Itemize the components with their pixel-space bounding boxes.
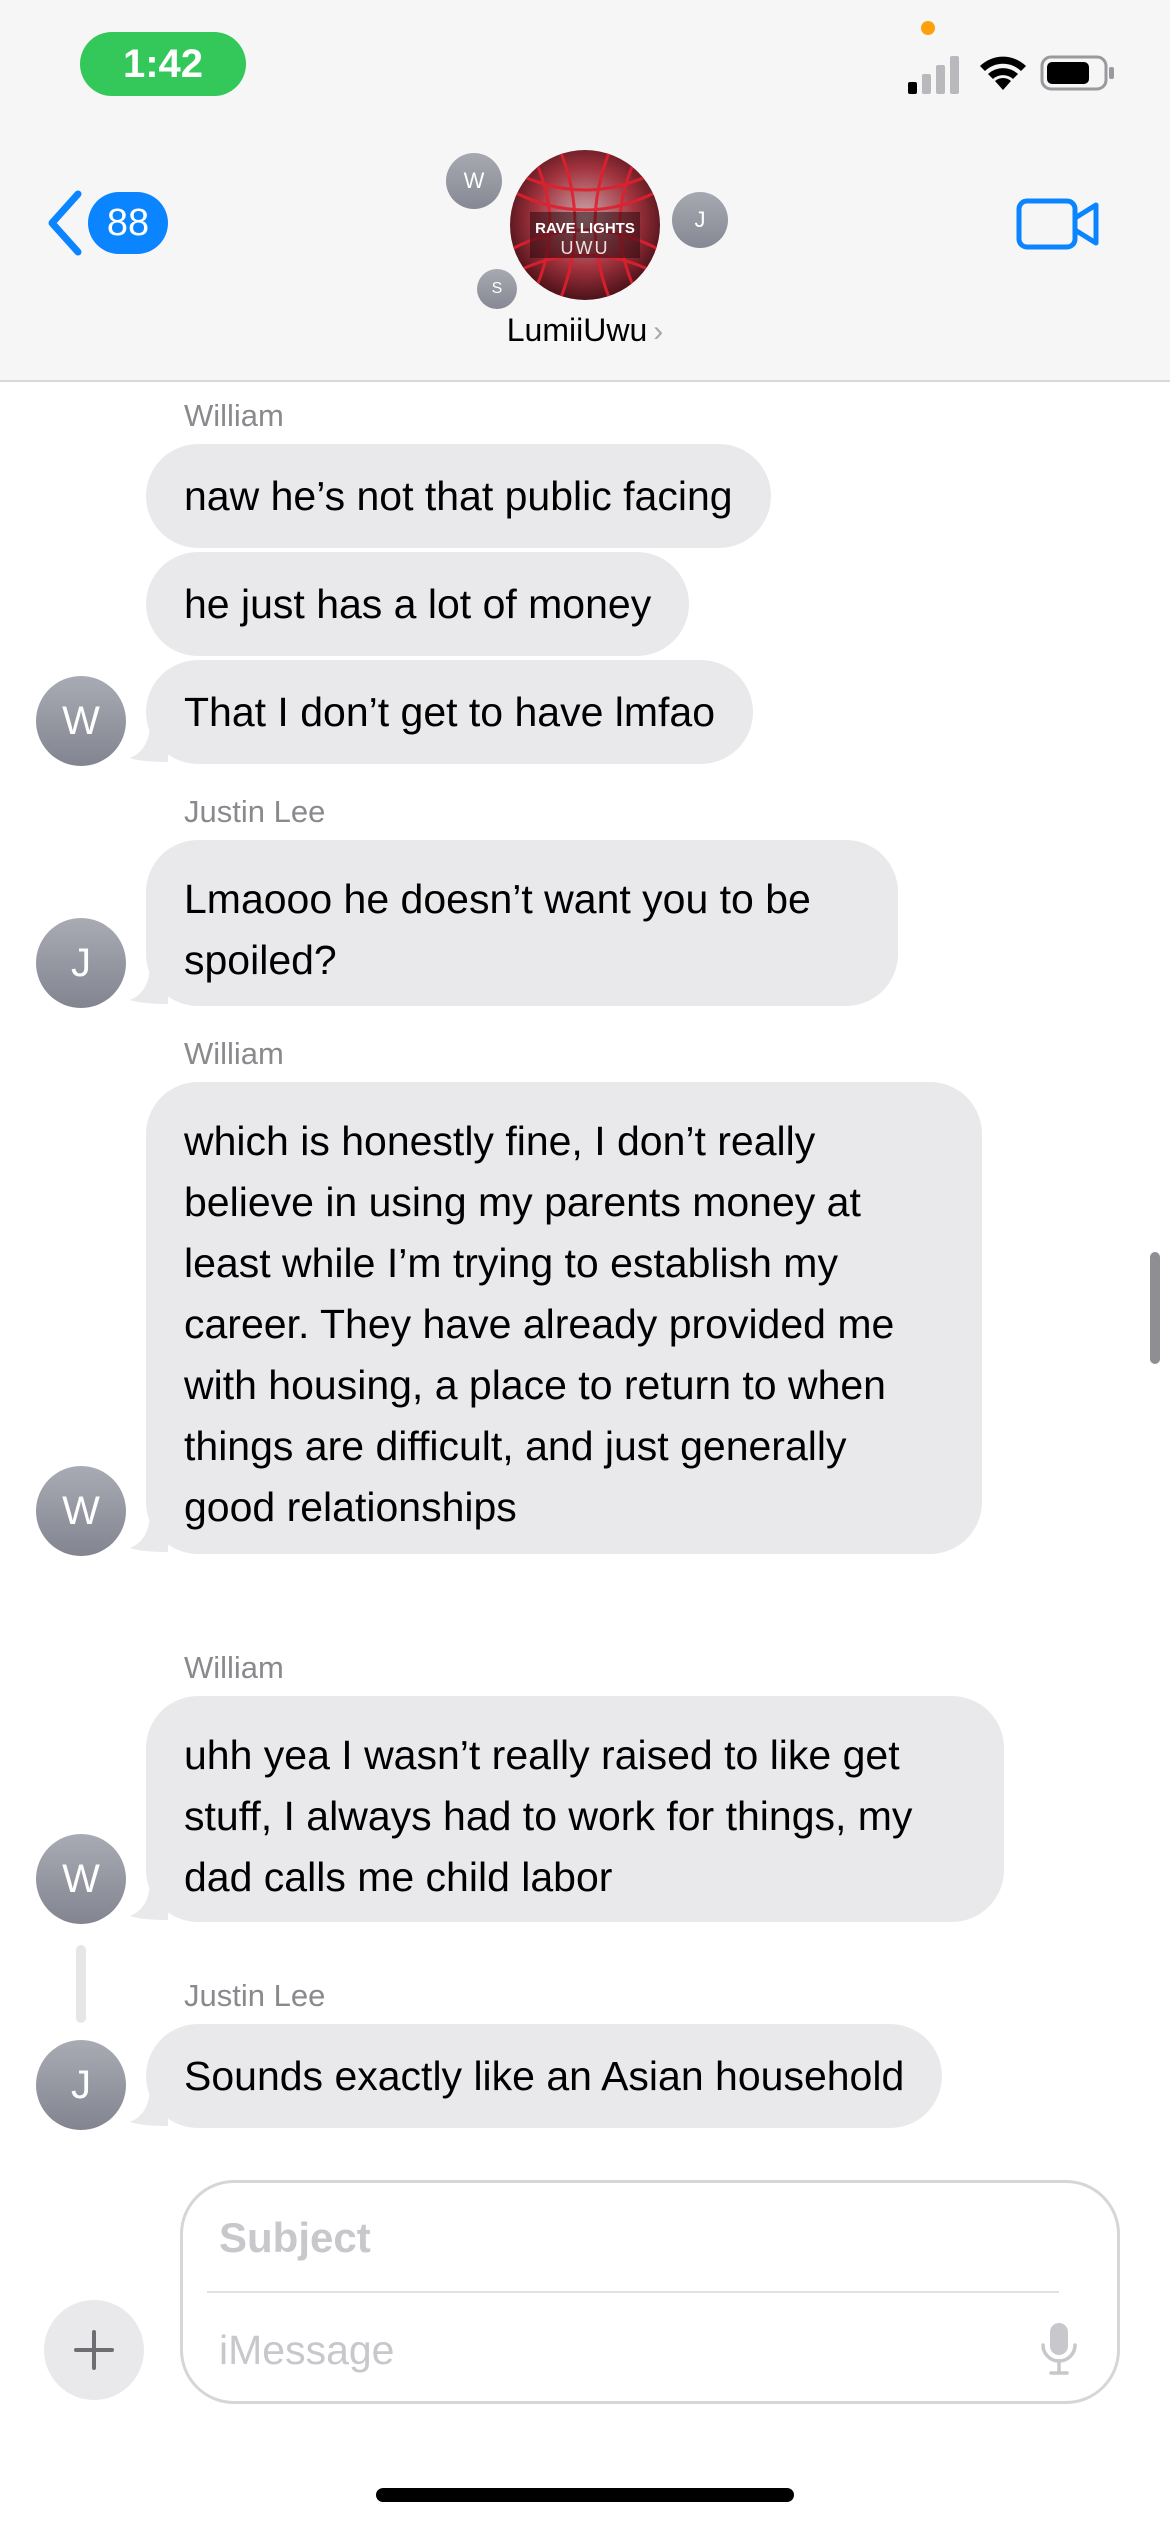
mic-in-use-indicator [921,21,935,35]
bubble-tail [130,964,168,1004]
group-photo-image: RAVE LIGHTS UWU [510,150,660,300]
message-text: he just has a lot of money [184,580,652,627]
chevron-left-icon [48,190,82,256]
compose-box [180,2180,1120,2404]
sender-name: Justin Lee [184,794,326,829]
group-name: LumiiUwu [506,312,648,348]
plus-icon [74,2330,114,2370]
sender-avatar[interactable]: W [36,1466,126,1556]
sender-name: William [184,1650,284,1685]
group-photo-text-1: RAVE LIGHTS [535,220,635,237]
message-text: That I don’t get to have lmfao [184,688,716,735]
battery-icon [1040,55,1114,91]
scrollbar[interactable] [1150,1252,1160,1364]
back-button[interactable]: 88 [46,188,176,258]
message-text: which is honestly fine, I don’t really b… [184,1118,895,1530]
video-call-icon[interactable] [1016,196,1100,252]
home-indicator[interactable] [376,2488,794,2502]
message-bubble[interactable]: naw he’s not that public facing [146,444,771,548]
chevron-right-icon: › [653,315,664,348]
bubble-tail [130,1512,168,1552]
bubble-tail [130,1880,168,1920]
reply-thread-line [76,1945,86,2023]
compose-divider [207,2291,1059,2293]
status-time[interactable]: 1:42 [80,32,246,96]
status-bar: 1:42 [0,0,1170,140]
sender-name: William [184,1036,284,1071]
sender-name: Justin Lee [184,1978,326,2013]
sender-avatar[interactable]: W [36,1834,126,1924]
wifi-icon [980,56,1026,90]
conversation-header: 88 W RAVE LIGHTS UWU J S LumiiUwu › [0,140,1170,382]
message-bubble[interactable]: he just has a lot of money [146,552,690,656]
sender-avatar[interactable]: J [36,2040,126,2130]
message-text: uhh yea I wasn’t really raised to like g… [184,1732,913,1900]
cellular-signal-icon [908,56,959,94]
sender-avatar[interactable]: J [36,918,126,1008]
message-text: Lmaooo he doesn’t want you to be spoiled… [184,876,811,983]
message-bubble[interactable]: That I don’t get to have lmfao [146,660,754,764]
group-photo-text-2: UWU [561,238,610,258]
participant-avatar-w: W [446,153,502,209]
sender-name: William [184,398,284,433]
microphone-icon[interactable] [1039,2321,1079,2377]
add-attachment-button[interactable] [44,2300,144,2400]
message-bubble[interactable]: uhh yea I wasn’t really raised to like g… [146,1696,1004,1922]
message-input[interactable] [219,2315,999,2385]
group-name-button[interactable]: LumiiUwu › [0,312,1170,349]
message-text: naw he’s not that public facing [184,472,733,519]
sender-avatar[interactable]: W [36,676,126,766]
message-bubble[interactable]: which is honestly fine, I don’t really b… [146,1082,982,1554]
message-bubble[interactable]: Lmaooo he doesn’t want you to be spoiled… [146,840,898,1006]
message-text: Sounds exactly like an Asian household [184,2052,905,2099]
participant-avatar-s: S [477,269,517,309]
bubble-tail [130,2086,168,2126]
subject-field[interactable] [219,2203,1079,2273]
participant-avatar-j: J [672,192,728,248]
group-avatar[interactable]: RAVE LIGHTS UWU [510,150,660,300]
message-bubble[interactable]: Sounds exactly like an Asian household [146,2024,943,2128]
unread-count-badge: 88 [88,192,168,254]
bubble-tail [130,722,168,762]
